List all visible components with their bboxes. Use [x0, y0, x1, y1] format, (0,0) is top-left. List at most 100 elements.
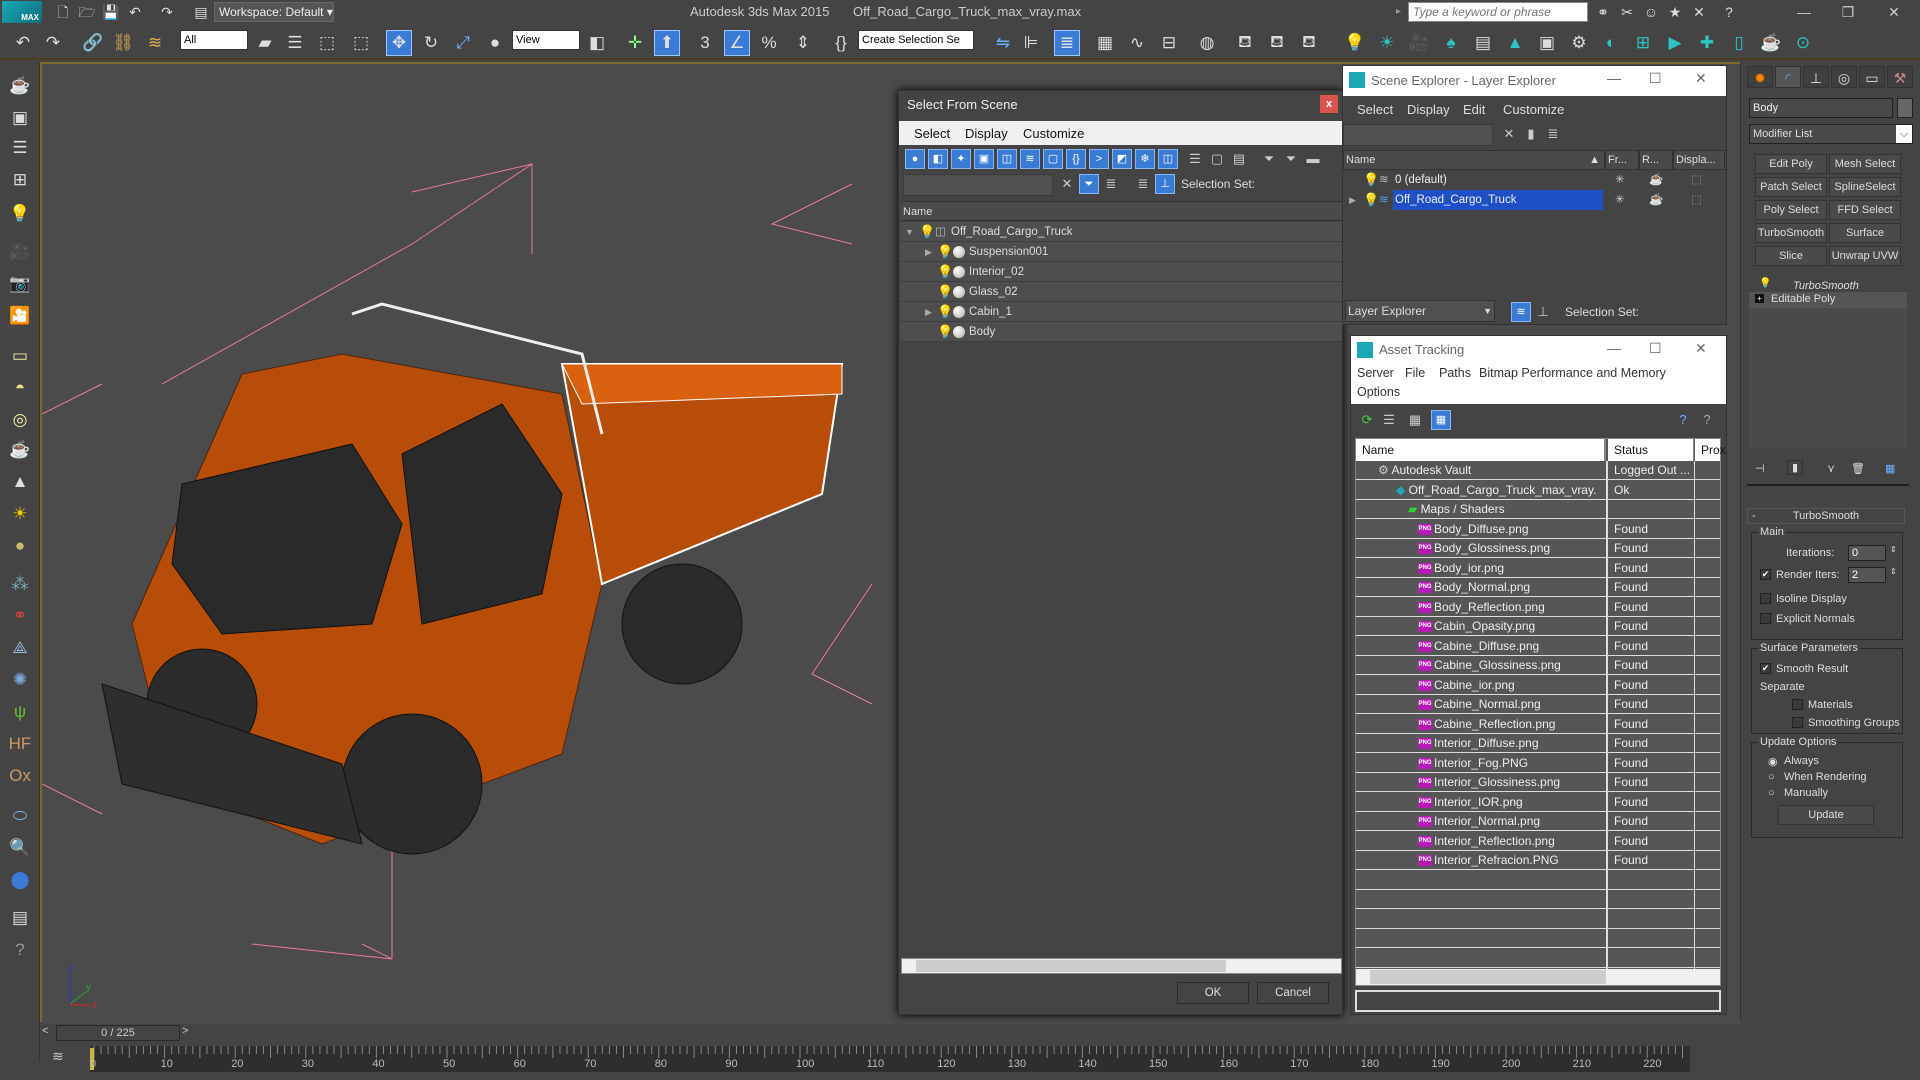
mirror-icon[interactable]: ⇋ [990, 30, 1016, 56]
renderable-icon[interactable]: ☕ [1649, 190, 1663, 210]
filter-frozen-icon[interactable]: ❄ [1135, 149, 1155, 169]
vray-proxy-icon[interactable]: ▤ [1470, 30, 1496, 56]
redo-icon[interactable]: ↷ [158, 3, 176, 21]
modifier-button-splineselect[interactable]: SplineSelect [1829, 177, 1901, 197]
scene-explorer-icon[interactable]: ▦ [1092, 30, 1118, 56]
object-name-input[interactable] [1749, 98, 1893, 118]
light-bulb-icon[interactable]: 💡 [937, 242, 953, 262]
light-bulb-icon[interactable]: 💡 [919, 222, 935, 242]
angle-snap-icon[interactable]: ∠ [724, 30, 750, 56]
zoom-extents-icon[interactable]: 🔍 [6, 836, 34, 860]
expand-arrow-icon[interactable]: ▶ [1349, 190, 1356, 210]
script-listener-icon[interactable]: ▤ [6, 906, 34, 930]
asset-row[interactable]: PNG Body_Diffuse.png Found [1356, 520, 1720, 539]
sphere-primitive-icon[interactable]: ⬭ [6, 804, 34, 828]
asset-row[interactable]: ◆ Off_Road_Cargo_Truck_max_vray.... Ok [1356, 481, 1720, 500]
vray-sun-icon[interactable]: ☀ [1374, 30, 1400, 56]
asset-row[interactable]: PNG Interior_Normal.png Found [1356, 812, 1720, 831]
close-button[interactable]: ✕ [1880, 2, 1908, 22]
asset-row[interactable]: PNG Cabine_Reflection.png Found [1356, 715, 1720, 734]
asset-row[interactable]: PNG Body_Normal.png Found [1356, 578, 1720, 597]
modifier-button-poly-select[interactable]: Poly Select [1755, 200, 1827, 220]
spinner-arrows-icon[interactable]: ⇕ [1890, 545, 1897, 554]
renderable-icon[interactable]: ☕ [1649, 170, 1663, 190]
vray-fur-icon[interactable]: ♠ [1438, 30, 1464, 56]
bind-space-warp-icon[interactable]: ≋ [142, 30, 168, 56]
asset-row[interactable]: PNG Interior_Fog.PNG Found [1356, 754, 1720, 773]
radio-when-rendering[interactable]: ○ [1768, 771, 1775, 783]
radio-manually[interactable]: ○ [1768, 787, 1775, 799]
user-icon[interactable]: ☺ [1642, 3, 1660, 21]
help-icon[interactable]: ? [6, 938, 34, 962]
light-bulb-icon[interactable]: 💡 [1363, 190, 1379, 210]
create-geometry-icon[interactable]: ☕ [6, 74, 34, 98]
scene-tree-row[interactable]: ▼ 💡 ◫ Off_Road_Cargo_Truck [901, 222, 1342, 242]
display-invert-icon[interactable]: ▤ [1229, 149, 1249, 169]
select-object-icon[interactable]: ▰ [252, 30, 278, 56]
update-button[interactable]: Update [1778, 805, 1874, 825]
list-view-icon[interactable]: ☰ [1379, 410, 1399, 430]
render-iters-spinner[interactable]: 2 [1848, 567, 1886, 583]
render-setup-icon[interactable]: ⛾ [1232, 30, 1258, 56]
make-unique-icon[interactable]: ⋎ [1827, 462, 1835, 475]
help-icon[interactable]: ? [1720, 3, 1738, 21]
sort-by-hierarchy-icon[interactable]: ⊥ [1155, 174, 1175, 194]
plane-light-icon[interactable]: ▭ [6, 344, 34, 368]
mesh-light-icon[interactable]: ☕ [6, 438, 34, 462]
redo-icon[interactable]: ↷ [40, 30, 66, 56]
scene-tree-row[interactable]: ▶ 💡 Suspension001 [901, 242, 1342, 262]
maximize-button[interactable]: ❐ [1834, 2, 1862, 22]
ok-button[interactable]: OK [1177, 982, 1249, 1004]
close-button[interactable]: ✕ [1695, 70, 1707, 87]
grass-icon[interactable]: ψ [6, 700, 34, 724]
spot-light-icon[interactable]: ▲ [6, 470, 34, 494]
light-bulb-icon[interactable]: 💡 [1759, 278, 1771, 289]
lattice-icon[interactable]: ⟁ [6, 636, 34, 660]
empty-asset-row[interactable] [1356, 949, 1720, 968]
asset-row[interactable]: PNG Interior_Reflection.png Found [1356, 832, 1720, 851]
empty-asset-row[interactable] [1356, 890, 1720, 909]
find-filter-input[interactable] [903, 174, 1053, 196]
dome-light-icon[interactable]: ◓ [6, 376, 34, 400]
filter-hidden-icon[interactable]: ◫ [1158, 149, 1178, 169]
open-file-icon[interactable]: 🗁 [78, 3, 96, 21]
maximize-button[interactable]: ☐ [1649, 70, 1662, 87]
link-icon[interactable]: 🔗 [80, 30, 106, 56]
modifier-button-mesh-select[interactable]: Mesh Select [1829, 154, 1901, 174]
vray-teapot-icon[interactable]: ☕ [1758, 30, 1784, 56]
expand-arrow-icon[interactable]: ▶ [925, 242, 932, 262]
asset-row[interactable]: PNG Cabine_ior.png Found [1356, 676, 1720, 695]
pivot-center-icon[interactable]: ◧ [584, 30, 610, 56]
menu-customize[interactable]: Customize [1023, 126, 1084, 141]
vray-render-icon[interactable]: ▶ [1662, 30, 1688, 56]
favorites-icon[interactable]: ★ [1666, 3, 1684, 21]
modifier-button-surface-select[interactable]: Surface Select [1829, 223, 1901, 257]
column-header-name[interactable]: Name [901, 201, 1342, 221]
render-production-icon[interactable]: ⛾ [1296, 30, 1322, 56]
select-by-name-icon[interactable]: ☰ [282, 30, 308, 56]
add-to-layer-icon[interactable]: ▮ [1521, 124, 1541, 144]
ornatrix-icon[interactable]: Ox [6, 764, 34, 788]
light-bulb-icon[interactable]: 💡 [937, 322, 953, 342]
asset-row[interactable]: PNG Cabin_Opasity.png Found [1356, 617, 1720, 636]
ies-light-icon[interactable]: ● [6, 534, 34, 558]
window-crossing-icon[interactable]: ⬚ [348, 30, 374, 56]
create-tab-icon[interactable]: ✹ [1747, 66, 1773, 88]
menu-options[interactable]: Options [1357, 385, 1400, 399]
asset-row[interactable]: PNG Cabine_Glossiness.png Found [1356, 656, 1720, 675]
vray-vfb-icon[interactable]: ▯ [1726, 30, 1752, 56]
menu-file[interactable]: File [1405, 366, 1425, 380]
asset-row[interactable]: ▰ Maps / Shaders [1356, 500, 1720, 519]
workspace-dropdown[interactable]: Workspace: Default ▾ [214, 2, 334, 22]
scene-tree-row[interactable]: 💡 Glass_02 [901, 282, 1342, 302]
asset-row[interactable]: PNG Body_Glossiness.png Found [1356, 539, 1720, 558]
asset-row[interactable]: PNG Body_Reflection.png Found [1356, 598, 1720, 617]
layer-stack-icon[interactable]: ≣ [1101, 174, 1121, 194]
maximize-button[interactable]: ☐ [1649, 340, 1662, 357]
vault-help-icon[interactable]: ? [1673, 410, 1693, 430]
save-file-icon[interactable]: 💾 [102, 3, 120, 21]
cancel-button[interactable]: Cancel [1257, 982, 1329, 1004]
exchange-icon[interactable]: ✕ [1690, 3, 1708, 21]
filter-spacewarps-icon[interactable]: ≋ [1020, 149, 1040, 169]
sort-by-layer-icon[interactable]: ≋ [1511, 302, 1531, 322]
